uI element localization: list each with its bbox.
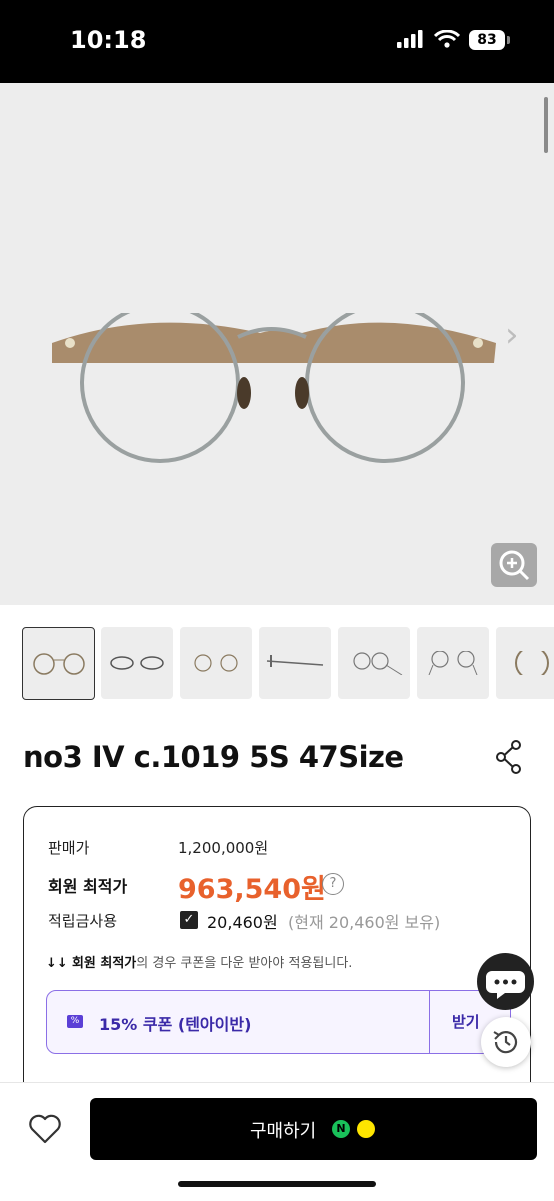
buy-label: 구매하기 [250, 1121, 317, 1142]
chevron-right-icon[interactable]: › [505, 315, 519, 355]
scrollbar[interactable] [544, 97, 548, 153]
history-icon [493, 1031, 518, 1054]
coupon-notice: ↓↓ 회원 최적가의 경우 쿠폰을 다운 받아야 적용됩니다. [46, 952, 352, 971]
thumbnail-6[interactable] [417, 627, 489, 699]
home-indicator [178, 1181, 376, 1187]
buy-button[interactable]: 구매하기 N [90, 1098, 537, 1160]
thumbnail-4[interactable] [259, 627, 331, 699]
thumbnail-5[interactable] [338, 627, 410, 699]
battery-icon: 83 [469, 30, 505, 50]
thumbnail-3[interactable] [180, 627, 252, 699]
thumbnail-7[interactable] [496, 627, 554, 699]
thumbnail-strip[interactable] [22, 627, 554, 701]
list-price-value: 1,200,000원 [178, 839, 269, 857]
heart-icon[interactable] [27, 1113, 63, 1145]
battery-tip [507, 36, 510, 44]
zoom-in-icon [499, 550, 530, 581]
points-note: (현재 20,460원 보유) [288, 913, 441, 932]
member-price-label: 회원 최적가 [48, 877, 128, 896]
thumbnail-1[interactable] [22, 627, 95, 700]
coupon-icon: % [67, 1015, 83, 1028]
naver-pay-icon: N [332, 1120, 350, 1138]
notice-bold: 회원 최적가 [71, 956, 137, 971]
signal-icon [397, 30, 423, 48]
product-title: no3 IV c.1019 5S 47Size [23, 740, 404, 774]
receive-label: 받기 [452, 1013, 480, 1031]
status-bar: 10:18 83 [0, 0, 554, 83]
kakao-pay-icon [357, 1120, 375, 1138]
notice-text: 의 경우 쿠폰을 다운 받아야 적용됩니다. [136, 956, 353, 971]
coupon-banner[interactable]: % 15% 쿠폰 (텐아이반) [46, 990, 430, 1054]
status-time: 10:18 [70, 26, 147, 54]
check-icon[interactable]: ✓ [180, 911, 198, 929]
product-image-carousel[interactable]: › [0, 83, 554, 605]
chat-icon [486, 971, 525, 999]
points-label: 적립금사용 [48, 912, 118, 930]
price-box: 판매가 1,200,000원 회원 최적가 963,540원 ? 적립금사용 ✓… [23, 806, 531, 1098]
coupon-label: 15% 쿠폰 (텐아이반) [99, 1015, 252, 1034]
product-glasses-image [52, 313, 496, 463]
chat-button[interactable] [477, 953, 534, 1010]
notice-arrows: ↓↓ [46, 956, 68, 971]
list-price-label: 판매가 [48, 839, 90, 857]
share-icon[interactable] [495, 740, 523, 774]
member-price-value: 963,540원 [178, 874, 326, 905]
bottom-action-bar: 구매하기 N [0, 1082, 554, 1201]
history-button[interactable] [481, 1017, 531, 1067]
points-value: 20,460원 [207, 913, 278, 932]
wifi-icon [434, 30, 460, 48]
thumbnail-2[interactable] [101, 627, 173, 699]
help-icon[interactable]: ? [322, 873, 344, 895]
zoom-button[interactable] [491, 543, 537, 587]
